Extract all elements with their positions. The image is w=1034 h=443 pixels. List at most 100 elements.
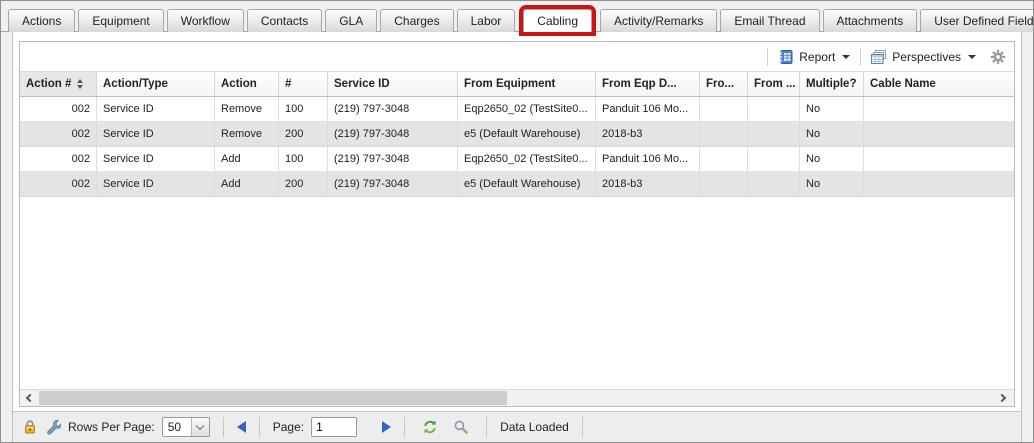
- table-row[interactable]: 002Service IDRemove200(219) 797-3048e5 (…: [20, 122, 1014, 147]
- refresh-icon[interactable]: [422, 419, 438, 435]
- cell-action: Remove: [215, 122, 279, 146]
- column-header-label: Action #: [26, 78, 71, 90]
- cell-from: [748, 172, 800, 196]
- tab-activity-remarks[interactable]: Activity/Remarks: [600, 9, 717, 32]
- tab-user-defined-fields[interactable]: User Defined Fields: [920, 9, 1034, 32]
- table-header-row: Action # Action/Type Action # Service ID From…: [20, 71, 1014, 97]
- lock-icon[interactable]: [22, 419, 38, 435]
- rows-per-page-label: Rows Per Page:: [68, 420, 155, 434]
- select-dropdown-button[interactable]: [191, 418, 209, 436]
- tab-email-thread[interactable]: Email Thread: [720, 9, 819, 32]
- toolbar-separator: [860, 48, 861, 66]
- scrollbar-thumb[interactable]: [39, 391, 507, 405]
- column-header-label: Multiple?: [806, 78, 856, 90]
- wrench-icon[interactable]: [45, 419, 61, 435]
- column-header-action[interactable]: Action #: [20, 72, 97, 96]
- cell-blank: 200: [279, 122, 328, 146]
- scroll-right-button[interactable]: [994, 390, 1012, 406]
- cell-from: [748, 147, 800, 171]
- cell-multiple: No: [800, 172, 864, 196]
- statusbar-separator: [223, 417, 224, 437]
- column-header-label: Action/Type: [103, 78, 168, 90]
- cell-fro: [700, 172, 748, 196]
- cell-blank: 100: [279, 97, 328, 121]
- cell-service-id: (219) 797-3048: [328, 122, 458, 146]
- gear-icon: [990, 49, 1006, 65]
- cell-cable-name: [864, 122, 1014, 146]
- tab-equipment[interactable]: Equipment: [78, 9, 163, 32]
- tab-gla[interactable]: GLA: [325, 9, 377, 32]
- tab-attachments[interactable]: Attachments: [823, 9, 918, 32]
- column-header-from-equipment[interactable]: From Equipment: [458, 72, 596, 96]
- page-label: Page:: [273, 420, 304, 434]
- status-bar: Rows Per Page: 50 Page:: [13, 411, 1021, 442]
- cell-from-equipment: e5 (Default Warehouse): [458, 122, 596, 146]
- cell-fro: [700, 147, 748, 171]
- cell-fro: [700, 97, 748, 121]
- column-header-label: Service ID: [334, 78, 390, 90]
- chevron-down-icon: [968, 55, 976, 59]
- cell-multiple: No: [800, 122, 864, 146]
- cell-fro: [700, 122, 748, 146]
- horizontal-scrollbar[interactable]: [20, 389, 1014, 406]
- rows-per-page-select[interactable]: 50: [162, 417, 210, 437]
- tab-cabling[interactable]: Cabling: [523, 9, 592, 32]
- cell-cable-name: [864, 147, 1014, 171]
- chevron-down-icon: [842, 55, 850, 59]
- cell-action: 002: [20, 122, 97, 146]
- cell-action-type: Service ID: [97, 97, 215, 121]
- column-header-blank[interactable]: #: [279, 72, 328, 96]
- scroll-left-button[interactable]: [20, 390, 38, 406]
- search-icon[interactable]: [453, 419, 469, 435]
- tab-charges[interactable]: Charges: [380, 9, 453, 32]
- grid-settings-button[interactable]: [990, 49, 1006, 65]
- tab-contacts[interactable]: Contacts: [247, 9, 322, 32]
- cell-from-equipment: Eqp2650_02 (TestSite0...: [458, 97, 596, 121]
- column-header-label: #: [285, 78, 291, 90]
- cell-from-eqp-d: 2018-b3: [596, 122, 700, 146]
- table-row[interactable]: 002Service IDAdd200(219) 797-3048e5 (Def…: [20, 172, 1014, 197]
- tab-workflow[interactable]: Workflow: [167, 9, 244, 32]
- grid-toolbar: Report Perspectives: [20, 42, 1014, 71]
- content-panel: Report Perspectives: [12, 32, 1022, 442]
- column-header-fro[interactable]: Fro...: [700, 72, 748, 96]
- table-row[interactable]: 002Service IDAdd100(219) 797-3048Eqp2650…: [20, 147, 1014, 172]
- tab-actions[interactable]: Actions: [8, 9, 75, 32]
- column-header-label: From Eqp D...: [602, 78, 677, 90]
- cell-from: [748, 122, 800, 146]
- report-button[interactable]: Report: [772, 47, 856, 67]
- tab-labor[interactable]: Labor: [457, 9, 516, 32]
- cell-multiple: No: [800, 97, 864, 121]
- column-header-label: Fro...: [706, 78, 734, 90]
- table-body: 002Service IDRemove100(219) 797-3048Eqp2…: [20, 97, 1014, 197]
- cell-action: Remove: [215, 97, 279, 121]
- cell-from-eqp-d: Panduit 106 Mo...: [596, 147, 700, 171]
- chevron-left-icon: [26, 394, 34, 402]
- cell-action: Add: [215, 172, 279, 196]
- sort-icon[interactable]: [77, 79, 83, 89]
- table-row[interactable]: 002Service IDRemove100(219) 797-3048Eqp2…: [20, 97, 1014, 122]
- cell-service-id: (219) 797-3048: [328, 147, 458, 171]
- cell-action: 002: [20, 147, 97, 171]
- next-page-button[interactable]: [382, 421, 391, 433]
- column-header-cable-name[interactable]: Cable Name: [864, 72, 1014, 96]
- column-header-service-id[interactable]: Service ID: [328, 72, 458, 96]
- perspectives-icon: [871, 49, 887, 65]
- previous-page-button[interactable]: [237, 421, 246, 433]
- perspectives-button[interactable]: Perspectives: [865, 47, 982, 67]
- column-header-action-type[interactable]: Action/Type: [97, 72, 215, 96]
- chevron-right-icon: [998, 394, 1006, 402]
- cell-cable-name: [864, 172, 1014, 196]
- page-input[interactable]: [311, 417, 357, 437]
- cabling-screen: ActionsEquipmentWorkflowContactsGLACharg…: [0, 0, 1034, 443]
- column-header-from[interactable]: From ...: [748, 72, 800, 96]
- column-header-multiple[interactable]: Multiple?: [800, 72, 864, 96]
- cell-action: 002: [20, 172, 97, 196]
- cell-cable-name: [864, 97, 1014, 121]
- statusbar-separator: [582, 417, 583, 437]
- cell-from-eqp-d: 2018-b3: [596, 172, 700, 196]
- column-header-action[interactable]: Action: [215, 72, 279, 96]
- column-header-from-eqp-d[interactable]: From Eqp D...: [596, 72, 700, 96]
- cell-service-id: (219) 797-3048: [328, 172, 458, 196]
- cell-from: [748, 97, 800, 121]
